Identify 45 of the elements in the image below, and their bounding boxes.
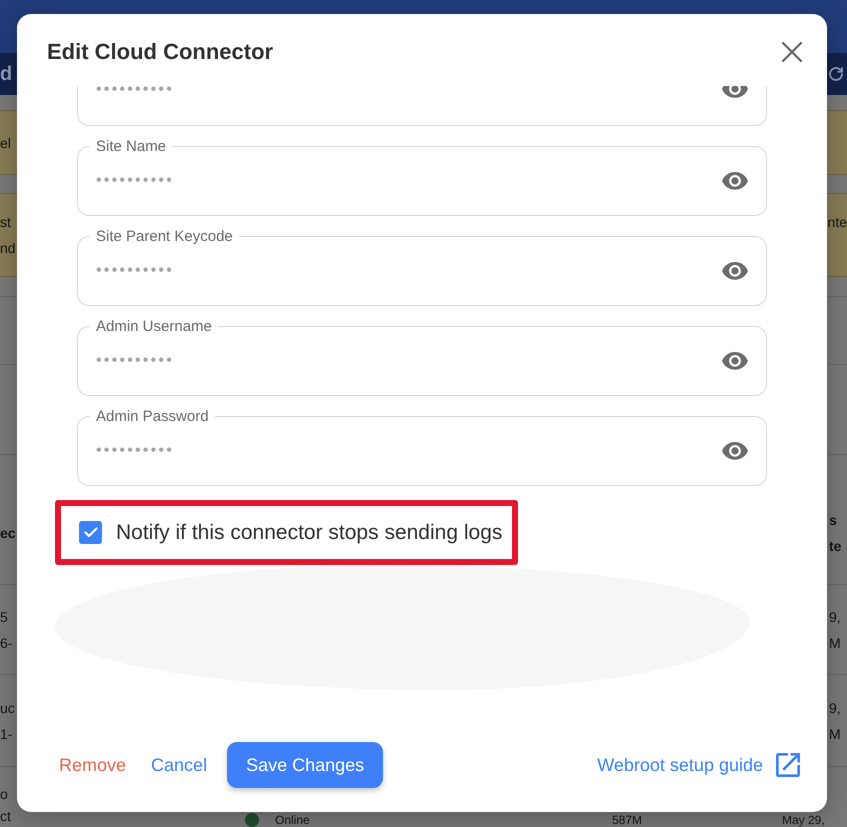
check-icon bbox=[84, 527, 98, 538]
table-cell-text: 1- bbox=[0, 724, 12, 744]
status-label: Online bbox=[275, 813, 310, 827]
external-link-icon bbox=[776, 753, 800, 777]
eye-icon[interactable] bbox=[722, 442, 748, 460]
table-cell-text: 9, bbox=[829, 698, 841, 718]
checkbox-label[interactable]: Notify if this connector stops sending logs bbox=[116, 520, 502, 544]
field-label: Site Parent Keycode bbox=[95, 228, 234, 245]
banner-text: st bbox=[0, 213, 11, 232]
refresh-icon[interactable] bbox=[827, 65, 845, 83]
column-header: s bbox=[829, 510, 837, 530]
eye-icon[interactable] bbox=[722, 172, 748, 190]
save-button[interactable]: Save Changes bbox=[227, 742, 384, 788]
checkbox[interactable] bbox=[79, 521, 102, 544]
table-cell-text: o bbox=[0, 785, 8, 804]
eye-icon[interactable] bbox=[722, 86, 748, 98]
table-cell-text: M bbox=[829, 634, 841, 652]
field-label: Admin Password bbox=[95, 408, 210, 425]
banner-text: nte bbox=[828, 213, 847, 232]
table-cell-text: 6- bbox=[0, 634, 12, 652]
eye-icon[interactable] bbox=[722, 262, 748, 280]
close-icon[interactable] bbox=[782, 42, 802, 62]
table-cell-text: 5 bbox=[0, 608, 8, 626]
password-field[interactable]: Site Name •••••••••• bbox=[77, 138, 767, 216]
column-header: ec bbox=[0, 524, 16, 542]
cancel-button[interactable]: Cancel bbox=[146, 742, 212, 788]
table-cell-text: M bbox=[829, 724, 841, 744]
field-label: Admin Username bbox=[95, 318, 213, 335]
remove-button[interactable]: Remove bbox=[54, 742, 132, 788]
table-cell-text: uc bbox=[0, 698, 15, 718]
table-cell-text: ct bbox=[0, 807, 11, 826]
setup-guide-link[interactable]: Webroot setup guide bbox=[597, 742, 800, 788]
banner-text: nd bbox=[0, 239, 16, 258]
dialog-title: Edit Cloud Connector bbox=[47, 39, 274, 65]
password-field[interactable]: Site Parent Keycode •••••••••• bbox=[77, 228, 767, 306]
table-cell: 587M bbox=[612, 813, 642, 827]
column-header: te bbox=[829, 536, 842, 556]
table-cell: May 29, bbox=[782, 813, 825, 827]
password-field[interactable]: Admin Username •••••••••• bbox=[77, 318, 767, 396]
table-cell-text: 9, bbox=[829, 608, 841, 626]
password-field[interactable]: Admin Password •••••••••• bbox=[77, 408, 767, 486]
eye-icon[interactable] bbox=[722, 352, 748, 370]
banner-text: el bbox=[0, 134, 11, 152]
field-label: Site Name bbox=[95, 138, 168, 155]
toolbar-title: d bbox=[0, 62, 12, 86]
